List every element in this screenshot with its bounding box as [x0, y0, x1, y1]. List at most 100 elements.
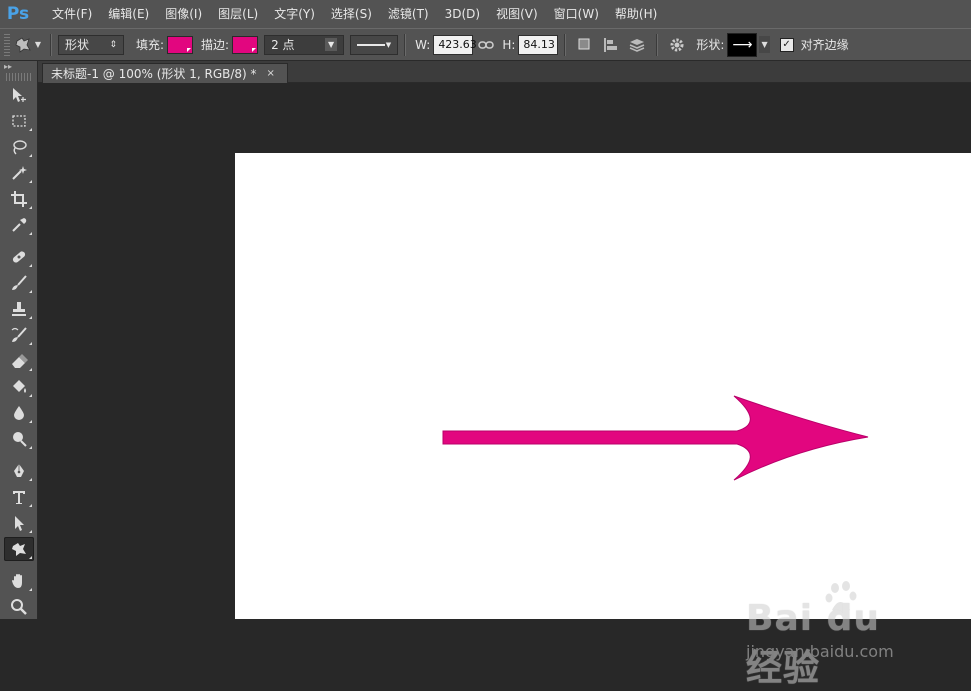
more-tools-indicator — [29, 342, 32, 345]
type-tool[interactable] — [4, 485, 34, 509]
tool-preset-picker[interactable]: ▼ — [10, 33, 44, 57]
arrow-shape[interactable] — [442, 395, 869, 481]
eyedropper-icon — [12, 218, 27, 232]
up-down-arrows-icon: ⇕ — [109, 39, 117, 50]
dodge-tool[interactable] — [4, 427, 34, 451]
stroke-width-value: 2 点 — [271, 38, 295, 52]
stroke-line-preview — [357, 43, 386, 46]
eyedropper-tool[interactable] — [4, 213, 34, 237]
eraser-icon — [12, 354, 28, 368]
arrow-shape-layer[interactable] — [235, 153, 971, 619]
eraser-tool[interactable] — [4, 349, 34, 373]
chevron-down-icon: ▼ — [385, 40, 392, 49]
rectangle-marquee-icon — [12, 115, 26, 127]
more-tools-indicator — [29, 128, 32, 131]
more-tools-indicator — [29, 368, 32, 371]
menu-type[interactable]: 文字(Y) — [266, 0, 323, 28]
droplet-icon — [14, 406, 24, 420]
stroke-label: 描边: — [201, 38, 230, 52]
zoom-icon — [11, 599, 27, 615]
workspace[interactable]: Bai du 经验 jingyan.baidu.com — [38, 83, 971, 689]
tools-panel-grip[interactable] — [6, 73, 31, 81]
marquee-tool[interactable] — [4, 109, 34, 133]
menu-bar: Ps 文件(F) 编辑(E) 图像(I) 图层(L) 文字(Y) 选择(S) 滤… — [0, 0, 971, 28]
document-canvas[interactable]: Bai du 经验 jingyan.baidu.com — [235, 153, 971, 689]
tool-mode-select[interactable]: 形状 ⇕ — [58, 34, 124, 55]
stroke-type-select[interactable]: ▼ — [350, 34, 399, 55]
menu-select[interactable]: 选择(S) — [323, 0, 380, 28]
geometry-options-button[interactable] — [664, 33, 690, 57]
document-tab-title: 未标题-1 @ 100% (形状 1, RGB/8) * — [51, 67, 257, 81]
shape-label: 形状: — [696, 38, 725, 52]
more-tools-indicator — [29, 394, 32, 397]
align-edges-checkbox[interactable]: ✓ — [779, 37, 794, 52]
menu-3d[interactable]: 3D(D) — [437, 0, 488, 28]
align-edges-option[interactable]: ✓ 对齐边缘 — [779, 36, 852, 53]
hand-icon — [12, 574, 22, 588]
options-bar: ▼ 形状 ⇕ 填充: 描边: 2 点 ▼ ▼ W: 423.63 H: 84.1… — [0, 28, 971, 61]
menu-help[interactable]: 帮助(H) — [607, 0, 665, 28]
link-icon — [478, 40, 495, 49]
tool-group-gap — [0, 237, 37, 243]
menu-window[interactable]: 窗口(W) — [546, 0, 607, 28]
menu-image[interactable]: 图像(I) — [157, 0, 210, 28]
more-tools-indicator — [29, 588, 32, 591]
custom-shape-tool[interactable] — [4, 537, 34, 561]
lasso-tool[interactable] — [4, 135, 34, 159]
magic-wand-tool[interactable] — [4, 161, 34, 185]
fill-color-swatch[interactable] — [167, 35, 194, 54]
menu-edit[interactable]: 编辑(E) — [100, 0, 157, 28]
divider — [564, 33, 567, 56]
tools-panel: ▸▸ — [0, 61, 38, 619]
height-input[interactable]: 84.13 — [518, 34, 559, 55]
stroke-color-swatch[interactable] — [232, 35, 259, 54]
path-operations-button[interactable] — [572, 33, 598, 57]
document-tab-bar: 未标题-1 @ 100% (形状 1, RGB/8) * × — [38, 61, 971, 83]
menu-filter[interactable]: 滤镜(T) — [380, 0, 437, 28]
path-arrangement-button[interactable] — [624, 33, 650, 57]
crop-icon — [11, 191, 27, 207]
zoom-tool[interactable] — [4, 595, 34, 619]
menu-view[interactable]: 视图(V) — [488, 0, 546, 28]
path-alignment-button[interactable] — [598, 33, 624, 57]
collapse-panel-icon[interactable]: ▸▸ — [0, 61, 37, 73]
blur-tool[interactable] — [4, 401, 34, 425]
pen-tool[interactable] — [4, 459, 34, 483]
chevron-down-icon[interactable]: ▼ — [759, 36, 770, 53]
more-tools-indicator — [29, 180, 32, 183]
clone-stamp-tool[interactable] — [4, 297, 34, 321]
more-tools-indicator — [29, 556, 32, 559]
more-tools-indicator — [29, 206, 32, 209]
more-tools-indicator — [29, 264, 32, 267]
arrange-layers-icon — [630, 38, 645, 52]
more-tools-indicator — [29, 154, 32, 157]
gear-icon — [670, 38, 684, 51]
history-brush-tool[interactable] — [4, 323, 34, 347]
paint-bucket-tool[interactable] — [4, 375, 34, 399]
healing-brush-tool[interactable] — [4, 245, 34, 269]
tool-group-gap — [0, 451, 37, 457]
document-tab[interactable]: 未标题-1 @ 100% (形状 1, RGB/8) * × — [42, 63, 288, 83]
lasso-icon — [13, 140, 27, 155]
more-tools-indicator — [29, 232, 32, 235]
hand-tool[interactable] — [4, 569, 34, 593]
menu-file[interactable]: 文件(F) — [44, 0, 100, 28]
stroke-width-field[interactable]: 2 点 ▼ — [264, 34, 345, 55]
width-input[interactable]: 423.63 — [433, 34, 477, 55]
pen-icon — [14, 464, 24, 477]
close-icon[interactable]: × — [267, 68, 275, 79]
brush-tool[interactable] — [4, 271, 34, 295]
move-tool[interactable] — [4, 83, 34, 107]
link-dimensions-button[interactable] — [473, 33, 499, 57]
crop-tool[interactable] — [4, 187, 34, 211]
more-tools-indicator — [29, 478, 32, 481]
tool-mode-value: 形状 — [65, 38, 90, 52]
menu-layer[interactable]: 图层(L) — [210, 0, 266, 28]
shape-picker[interactable]: ⟶ — [727, 32, 758, 57]
divider — [656, 33, 659, 56]
divider — [404, 33, 407, 56]
photoshop-logo: Ps — [6, 4, 30, 24]
more-tools-indicator — [29, 316, 32, 319]
chevron-down-icon: ▼ — [34, 40, 42, 49]
path-selection-tool[interactable] — [4, 511, 34, 535]
